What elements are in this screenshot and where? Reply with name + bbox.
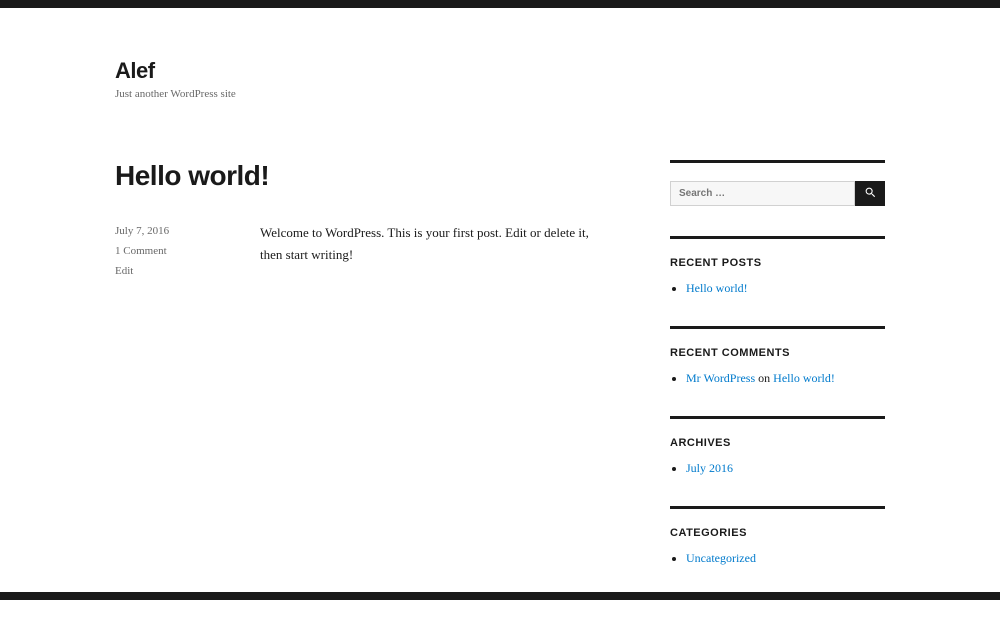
site-title[interactable]: Alef <box>115 58 885 84</box>
list-item: Uncategorized <box>686 551 885 566</box>
site-header: Alef Just another WordPress site <box>115 58 885 100</box>
post: Hello world! July 7, 2016 1 Comment Edit… <box>115 160 610 281</box>
archive-link[interactable]: July 2016 <box>686 461 733 475</box>
list-item: July 2016 <box>686 461 885 476</box>
post-comments-link[interactable]: 1 Comment <box>115 245 167 257</box>
main-layout: Hello world! July 7, 2016 1 Comment Edit… <box>115 160 885 596</box>
archives-widget: Archives July 2016 <box>670 416 885 476</box>
top-border-bar <box>0 0 1000 8</box>
search-widget <box>670 160 885 206</box>
comment-author-link[interactable]: Mr WordPress <box>686 371 755 385</box>
page-container: Alef Just another WordPress site Hello w… <box>115 8 885 626</box>
recent-post-link[interactable]: Hello world! <box>686 281 748 295</box>
post-body-row: July 7, 2016 1 Comment Edit Welcome to W… <box>115 222 610 281</box>
recent-comments-widget: Recent Comments Mr WordPress on Hello wo… <box>670 326 885 386</box>
widget-title: Categories <box>670 527 885 539</box>
post-edit-link[interactable]: Edit <box>115 265 133 277</box>
search-input[interactable] <box>670 181 855 206</box>
comment-target-link[interactable]: Hello world! <box>773 371 835 385</box>
search-button[interactable] <box>855 181 885 206</box>
widget-title: Recent Posts <box>670 257 885 269</box>
widget-title: Recent Comments <box>670 347 885 359</box>
post-date-link[interactable]: July 7, 2016 <box>115 225 169 237</box>
widget-title: Archives <box>670 437 885 449</box>
bottom-border-bar <box>0 592 1000 600</box>
post-meta: July 7, 2016 1 Comment Edit <box>115 222 230 281</box>
list-item: Hello world! <box>686 281 885 296</box>
category-link[interactable]: Uncategorized <box>686 551 756 565</box>
list-item: Mr WordPress on Hello world! <box>686 371 885 386</box>
categories-widget: Categories Uncategorized <box>670 506 885 566</box>
sidebar: Recent Posts Hello world! Recent Comment… <box>670 160 885 596</box>
post-content: Welcome to WordPress. This is your first… <box>260 222 610 281</box>
site-tagline: Just another WordPress site <box>115 88 885 100</box>
recent-posts-widget: Recent Posts Hello world! <box>670 236 885 296</box>
search-icon <box>864 186 877 202</box>
on-text: on <box>755 371 773 385</box>
post-title[interactable]: Hello world! <box>115 160 610 192</box>
main-content: Hello world! July 7, 2016 1 Comment Edit… <box>115 160 610 596</box>
